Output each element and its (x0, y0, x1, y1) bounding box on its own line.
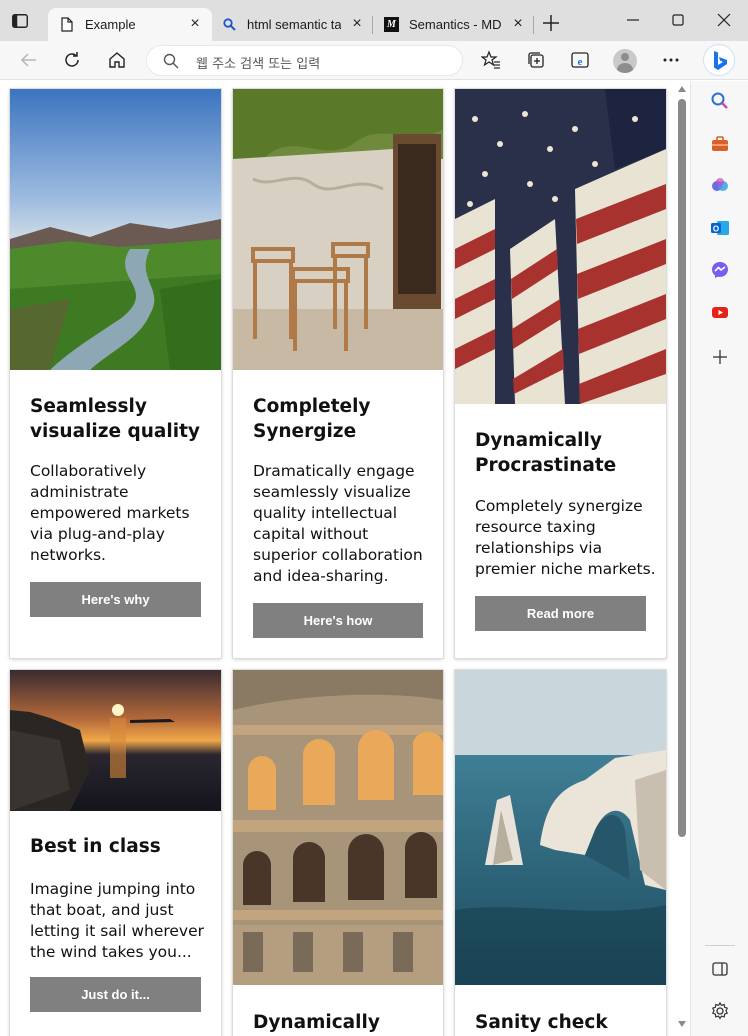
heres-why-button[interactable]: Here's why (30, 582, 201, 617)
card-best-in-class: Best in class Imagine jumping into that … (10, 670, 221, 1036)
search-favicon-icon (223, 18, 236, 31)
scroll-down-arrow-icon[interactable] (678, 1021, 686, 1027)
card-text: Dramatically engage seamlessly visualize… (253, 462, 423, 585)
card-title: Sanity check (475, 1012, 608, 1033)
document-icon (61, 17, 73, 32)
shopping-icon[interactable] (710, 134, 730, 154)
maximize-icon[interactable] (670, 12, 686, 28)
card-text: Collaboratively administrate empowered m… (30, 462, 190, 564)
tab-semantics-mdn[interactable]: M Semantics - MDN × (373, 8, 533, 41)
messenger-icon[interactable] (710, 260, 730, 280)
youtube-icon[interactable] (710, 302, 730, 322)
card-title: Completely Synergize (253, 396, 371, 442)
card-dynamically: Dynamically (233, 670, 443, 1036)
ie-mode-icon[interactable]: e (570, 50, 590, 70)
page-content: Seamlessly visualize quality Collaborati… (0, 81, 690, 1036)
card-dynamically-procrastinate: Dynamically Procrastinate Completely syn… (455, 89, 666, 658)
scrollbar-thumb[interactable] (678, 99, 686, 837)
just-do-it-button[interactable]: Just do it... (30, 977, 201, 1012)
search-icon[interactable] (710, 91, 730, 111)
tab-label: html semantic tag (247, 17, 341, 32)
more-options-icon[interactable] (661, 50, 681, 70)
search-icon (163, 53, 179, 69)
card-image-colosseum (233, 670, 443, 985)
collections-icon[interactable] (526, 50, 546, 70)
browser-toolbar: 웹 주소 검색 또는 입력 e (0, 41, 748, 80)
tab-separator (533, 16, 534, 34)
card-image-sunset-sea (10, 670, 221, 811)
address-bar[interactable]: 웹 주소 검색 또는 입력 (146, 45, 463, 76)
refresh-icon[interactable] (62, 50, 82, 70)
profile-avatar[interactable] (613, 49, 637, 73)
home-icon[interactable] (107, 50, 127, 70)
card-completely-synergize: Completely Synergize Dramatically engage… (233, 89, 443, 658)
card-title: Dynamically Procrastinate (475, 430, 617, 476)
settings-icon[interactable] (710, 1001, 730, 1021)
tab-label: Example (85, 17, 136, 32)
scroll-up-arrow-icon[interactable] (678, 86, 686, 92)
svg-text:e: e (578, 56, 583, 68)
card-image-valley-river (10, 89, 221, 370)
edge-sidebar: O (690, 81, 748, 1036)
favorites-icon[interactable] (481, 50, 501, 70)
sidebar-divider (705, 945, 735, 946)
card-text: Completely synergize resource taxing rel… (475, 497, 656, 578)
tab-html-semantic-tag[interactable]: html semantic tag × (212, 8, 372, 41)
copilot-icon[interactable] (710, 176, 730, 196)
add-icon[interactable] (710, 347, 730, 367)
svg-text:O: O (713, 225, 719, 234)
title-bar: Example × html semantic tag × M Semantic… (0, 0, 748, 41)
new-tab-icon[interactable] (542, 14, 560, 32)
mdn-favicon-icon: M (384, 17, 399, 32)
minimize-icon[interactable] (625, 12, 641, 28)
card-image-american-flags (455, 89, 666, 404)
outlook-icon[interactable]: O (710, 218, 730, 238)
card-seamlessly-visualize-quality: Seamlessly visualize quality Collaborati… (10, 89, 221, 658)
page-scrollbar[interactable] (676, 81, 690, 1036)
heres-how-button[interactable]: Here's how (253, 603, 423, 638)
card-text: Imagine jumping into that boat, and just… (30, 880, 205, 961)
split-screen-icon[interactable] (710, 959, 730, 979)
card-image-cafe-chairs (233, 89, 443, 370)
tab-actions-icon[interactable] (12, 14, 28, 28)
address-placeholder: 웹 주소 검색 또는 입력 (196, 57, 321, 72)
back-icon[interactable] (19, 50, 39, 70)
read-more-button[interactable]: Read more (475, 596, 646, 631)
card-sanity-check: Sanity check (455, 670, 666, 1036)
bing-copilot-button[interactable] (703, 44, 735, 76)
card-title: Seamlessly visualize quality (30, 396, 200, 442)
card-title: Best in class (30, 836, 161, 857)
card-title: Dynamically (253, 1012, 380, 1033)
bing-icon (714, 51, 727, 70)
tab-example[interactable]: Example × (48, 8, 212, 41)
tab-label: Semantics - MDN (409, 17, 501, 32)
card-image-sea-cliffs (455, 670, 666, 985)
close-tab-icon[interactable]: × (511, 16, 525, 32)
close-window-icon[interactable] (716, 12, 732, 28)
close-tab-icon[interactable]: × (350, 16, 364, 32)
close-tab-icon[interactable]: × (188, 16, 202, 32)
